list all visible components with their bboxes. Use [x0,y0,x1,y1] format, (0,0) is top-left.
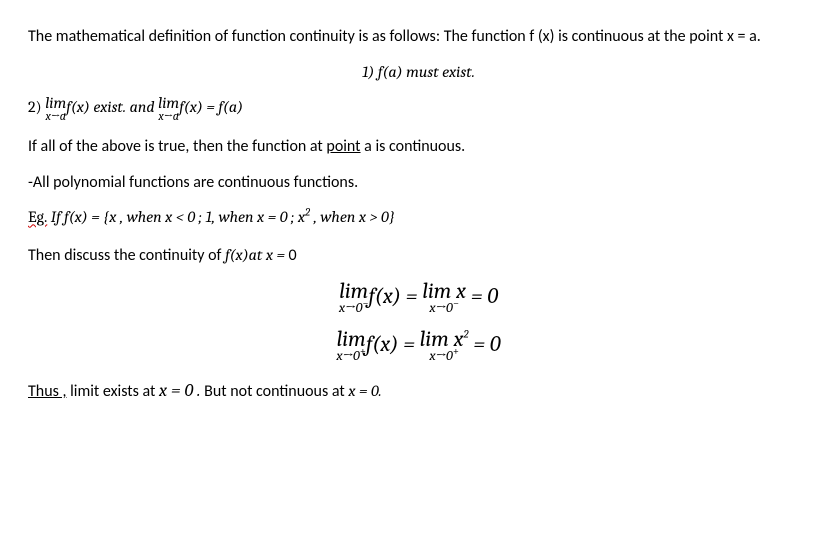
text: limit exists at [66,382,159,401]
conclusion-paragraph: If all of the above is true, then the fu… [28,134,809,160]
limit-block: lim x→0+ [336,328,366,363]
lim-sub: x→a [45,110,66,122]
limit-block: lim x x→0− [422,280,466,315]
example-line: Eg. If f(x) = {x , when x < 0 ; 1, when … [28,205,809,231]
limit-block: lim x→0− [339,280,369,315]
text-underlined: point [326,137,360,156]
text: If f(x) = {x , when x < 0 ; 1, when x = … [47,208,305,226]
fx: f(x) [366,331,398,357]
text: 0 [289,246,297,265]
limit-left: lim x→0− f(x) = lim x x→0− = 0 [28,279,809,315]
eq: = [398,331,419,357]
eq: = f(a) [203,98,243,116]
example-label: Eg. [28,208,47,226]
note-polynomial: -All polynomial functions are continuous… [28,170,809,196]
eq: = [401,283,422,309]
lim-sub: x→a [158,110,179,122]
text: But not continuous at [201,382,349,401]
condition-1: 1) f(a) must exist. [28,60,809,86]
text: f(x)at x = [225,246,288,264]
lim-sub: x→0+ [336,349,366,363]
eq-zero: = 0 [469,331,501,357]
limit-block: lim x2 x→0+ [420,328,469,363]
fx: f(x) [179,98,203,116]
fx: f(x) [369,283,401,309]
lim-sub: x→0− [339,301,369,315]
math: x = 0. [348,382,381,400]
text: If all of the above is true, then the fu… [28,137,326,156]
text: 1) f(a) must exist. [362,63,475,81]
question-line: Then discuss the continuity of f(x)at x … [28,243,809,269]
text: Then discuss the continuity of [28,246,225,265]
eq-zero: = 0 [466,283,498,309]
text: -All polynomial functions are continuous… [28,173,358,192]
math: x = 0 . [159,380,201,401]
thus-line: Thus , limit exists at x = 0 . But not c… [28,377,809,406]
limit-block: limx→a [158,95,179,122]
limit-block: limx→a [45,95,66,122]
text: a is continuous. [361,137,466,156]
text: The mathematical definition of function … [28,27,761,46]
fx: f(x) [66,98,90,116]
condition-2: 2) limx→af(x) exist. and limx→af(x) = f(… [28,95,809,122]
prefix: 2) [28,98,45,116]
intro-paragraph: The mathematical definition of function … [28,24,809,50]
limit-right: lim x→0+ f(x) = lim x2 x→0+ = 0 [28,327,809,363]
text: , when x > 0} [310,208,395,226]
thus-label: Thus , [28,382,66,401]
text: exist. and [90,98,158,116]
